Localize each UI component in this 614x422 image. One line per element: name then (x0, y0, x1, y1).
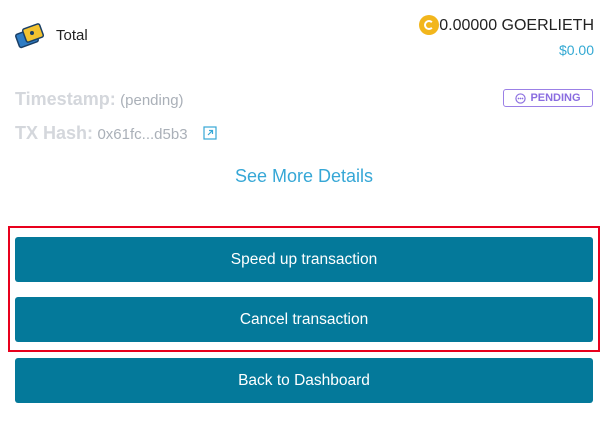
cancel-button[interactable]: Cancel transaction (15, 297, 593, 342)
timestamp-row: Timestamp: (pending) (15, 89, 184, 110)
speed-up-button[interactable]: Speed up transaction (15, 237, 593, 282)
external-link-icon[interactable] (203, 126, 217, 140)
tx-hash-value: 0x61fc...d5b3 (97, 126, 188, 143)
wallet-tag-icon (15, 23, 45, 49)
fiat-amount: $0.00 (558, 42, 594, 58)
timestamp-label: Timestamp: (15, 89, 116, 109)
pending-dots-icon (515, 92, 527, 104)
tx-hash-row: TX Hash: 0x61fc...d5b3 (15, 123, 188, 144)
timestamp-value: (pending) (120, 92, 184, 109)
status-badge-label: PENDING (530, 92, 581, 104)
see-more-details-link[interactable]: See More Details (0, 166, 608, 187)
tx-hash-label: TX Hash: (15, 123, 94, 143)
back-to-dashboard-button[interactable]: Back to Dashboard (15, 358, 593, 403)
total-label: Total (56, 27, 88, 44)
status-badge: PENDING (503, 89, 593, 107)
coin-icon (419, 15, 439, 35)
total-amount: 0.00000 GOERLIETH (439, 17, 594, 34)
